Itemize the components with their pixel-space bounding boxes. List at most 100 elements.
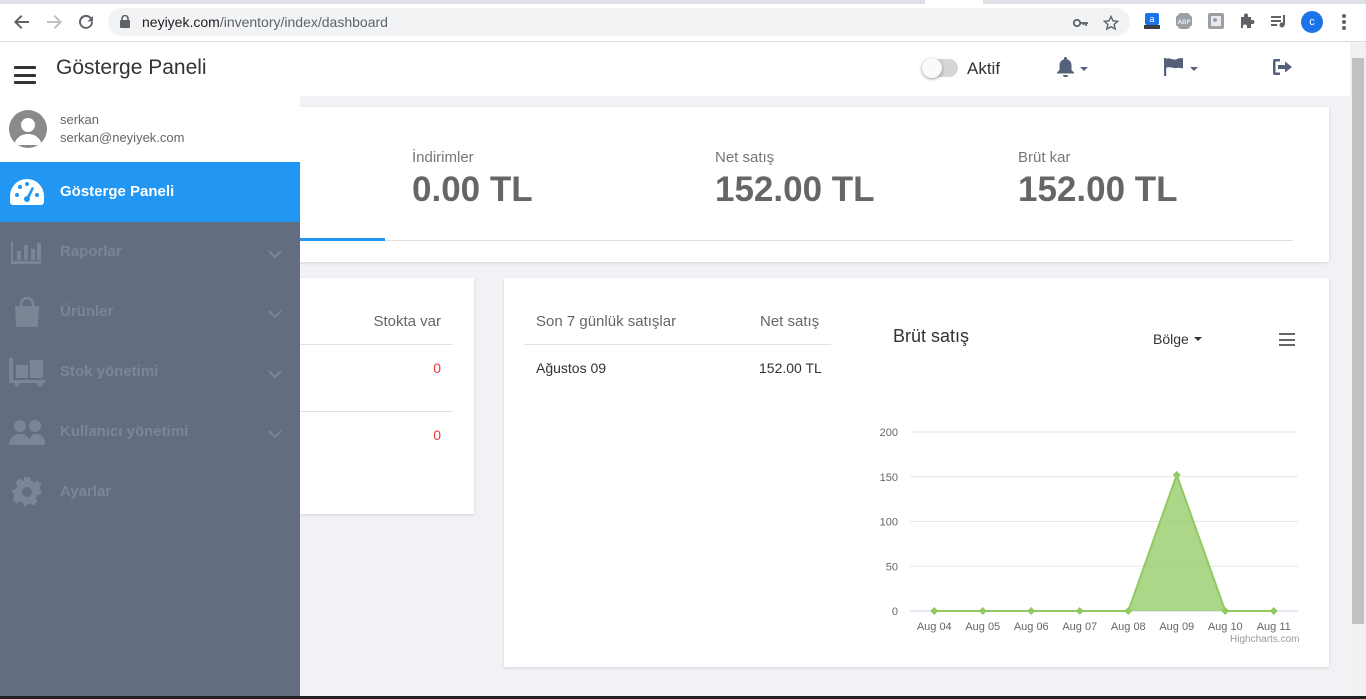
shopping-bag-icon: [8, 295, 46, 329]
chevron-down-icon: [268, 426, 282, 444]
x-tick-label: Aug 07: [1062, 621, 1097, 633]
sales-row-date: Ağustos 09: [536, 360, 607, 376]
sidebar: serkan serkan@neyiyek.com Gösterge Panel…: [0, 96, 300, 699]
sidebar-item-label: Gösterge Paneli: [60, 183, 175, 200]
stat-value-discounts: 0.00 TL: [412, 170, 533, 209]
data-point: [1027, 607, 1036, 615]
active-tab-indicator: [285, 238, 385, 241]
sales-card: Son 7 günlük satışlar Net satış Ağustos …: [504, 278, 1329, 667]
stock-column-header: Stokta var: [373, 313, 441, 330]
user-name: serkan: [60, 112, 100, 127]
sign-out-icon: [1272, 58, 1294, 81]
address-bar[interactable]: neyiyek.com/inventory/index/dashboard: [108, 8, 1130, 36]
y-tick-label: 200: [880, 427, 898, 439]
profile-avatar[interactable]: c: [1301, 11, 1323, 33]
flag-icon: [1163, 57, 1185, 82]
chevron-down-icon: [268, 366, 282, 384]
sidebar-item-stock[interactable]: Stok yönetimi: [0, 342, 300, 402]
sidebar-item-label: Ayarlar: [60, 483, 112, 500]
reload-icon[interactable]: [74, 10, 98, 34]
active-toggle[interactable]: [922, 58, 958, 78]
bell-icon: [1056, 56, 1075, 82]
y-tick-label: 0: [892, 606, 898, 618]
avatar[interactable]: [9, 110, 47, 148]
stat-value-net-sales: 152.00 TL: [715, 170, 875, 209]
tab-strip: [0, 0, 1366, 4]
svg-text:ABP: ABP: [1178, 18, 1191, 26]
series-line: [934, 471, 1274, 612]
stock-value: 0: [433, 427, 441, 443]
media-queue-icon[interactable]: [1270, 12, 1288, 30]
stock-card: Stokta var 0 0: [285, 278, 474, 514]
hamburger-menu-icon[interactable]: [14, 66, 36, 84]
stat-label-discounts: İndirimler: [412, 149, 474, 166]
data-point: [930, 607, 939, 615]
gear-icon: [8, 475, 46, 509]
browser-toolbar: neyiyek.com/inventory/index/dashboard a …: [0, 0, 1366, 42]
app-header: Gösterge Paneli Aktif: [0, 42, 1350, 96]
chart-title: Brüt satış: [893, 326, 970, 346]
x-tick-label: Aug 11: [1257, 621, 1291, 633]
sales-column-header-period: Son 7 günlük satışlar: [536, 313, 677, 330]
sales-column-header-net: Net satış: [760, 313, 820, 330]
bar-chart-icon: [8, 235, 46, 269]
forward-icon[interactable]: [42, 10, 66, 34]
sidebar-item-products[interactable]: Ürünler: [0, 282, 300, 342]
series-area: [934, 474, 1274, 611]
y-tick-label: 50: [886, 561, 898, 573]
data-point: [1172, 470, 1181, 479]
tab-divider: [385, 240, 1293, 241]
y-tick-label: 100: [880, 517, 898, 529]
region-dropdown-label: Bölge: [1153, 331, 1189, 347]
chevron-down-icon: [1193, 337, 1202, 341]
table-divider: [524, 344, 831, 345]
back-icon[interactable]: [10, 10, 34, 34]
sidebar-item-settings[interactable]: Ayarlar: [0, 462, 300, 522]
stat-label-net-sales: Net satış: [715, 149, 775, 166]
key-icon[interactable]: [1072, 14, 1090, 32]
page-scrollbar[interactable]: [1350, 42, 1366, 699]
table-divider: [285, 411, 453, 412]
sidebar-item-label: Raporlar: [60, 243, 122, 260]
x-tick-label: Aug 10: [1208, 621, 1243, 633]
sidebar-item-dashboard[interactable]: Gösterge Paneli: [0, 162, 300, 222]
toggle-label: Aktif: [967, 59, 1001, 78]
summary-stats-card: İndirimler 0.00 TL Net satış 152.00 TL B…: [285, 107, 1329, 262]
extension-translate-icon[interactable]: a: [1143, 12, 1161, 30]
star-icon[interactable]: [1102, 14, 1120, 32]
user-profile: serkan serkan@neyiyek.com: [0, 96, 300, 162]
users-icon: [8, 415, 46, 449]
lock-icon: [120, 14, 130, 33]
x-tick-label: Aug 04: [917, 621, 952, 633]
chevron-down-icon: [1080, 67, 1088, 71]
svg-text:a: a: [1149, 15, 1155, 25]
notifications-button[interactable]: [1056, 56, 1088, 82]
dashboard-gauge-icon: [8, 175, 46, 209]
abp-icon[interactable]: ABP: [1175, 12, 1193, 30]
chart-menu-icon[interactable]: [1279, 333, 1295, 346]
chevron-down-icon: [1190, 67, 1198, 71]
extension-image-icon[interactable]: [1207, 12, 1225, 30]
page-title: Gösterge Paneli: [56, 56, 207, 79]
sidebar-item-label: Ürünler: [60, 303, 114, 320]
region-dropdown[interactable]: Bölge: [1153, 331, 1202, 347]
browser-menu-icon[interactable]: [1336, 12, 1352, 32]
stock-value: 0: [433, 360, 441, 376]
pallet-icon: [8, 355, 46, 389]
data-point: [978, 607, 987, 615]
gross-sales-chart: 0 50 100 150 200 Aug 04 Aug 05 Aug 06 Aug 07 Aug …: [880, 427, 1298, 633]
scrollbar-thumb[interactable]: [1352, 58, 1364, 624]
sidebar-item-reports[interactable]: Raporlar: [0, 222, 300, 282]
highcharts-credit[interactable]: Highcharts.com: [1230, 634, 1299, 645]
language-button[interactable]: [1163, 57, 1198, 82]
x-tick-label: Aug 05: [965, 621, 1000, 633]
sales-row-value: 152.00 TL: [759, 360, 822, 376]
sidebar-item-label: Stok yönetimi: [60, 363, 159, 380]
puzzle-extensions-icon[interactable]: [1238, 12, 1256, 30]
data-point: [1269, 607, 1278, 615]
sidebar-item-user-management[interactable]: Kullanıcı yönetimi: [0, 402, 300, 462]
x-tick-label: Aug 06: [1014, 621, 1049, 633]
sidebar-item-label: Kullanıcı yönetimi: [60, 423, 189, 440]
logout-button[interactable]: [1272, 58, 1294, 80]
data-point: [1075, 607, 1084, 615]
